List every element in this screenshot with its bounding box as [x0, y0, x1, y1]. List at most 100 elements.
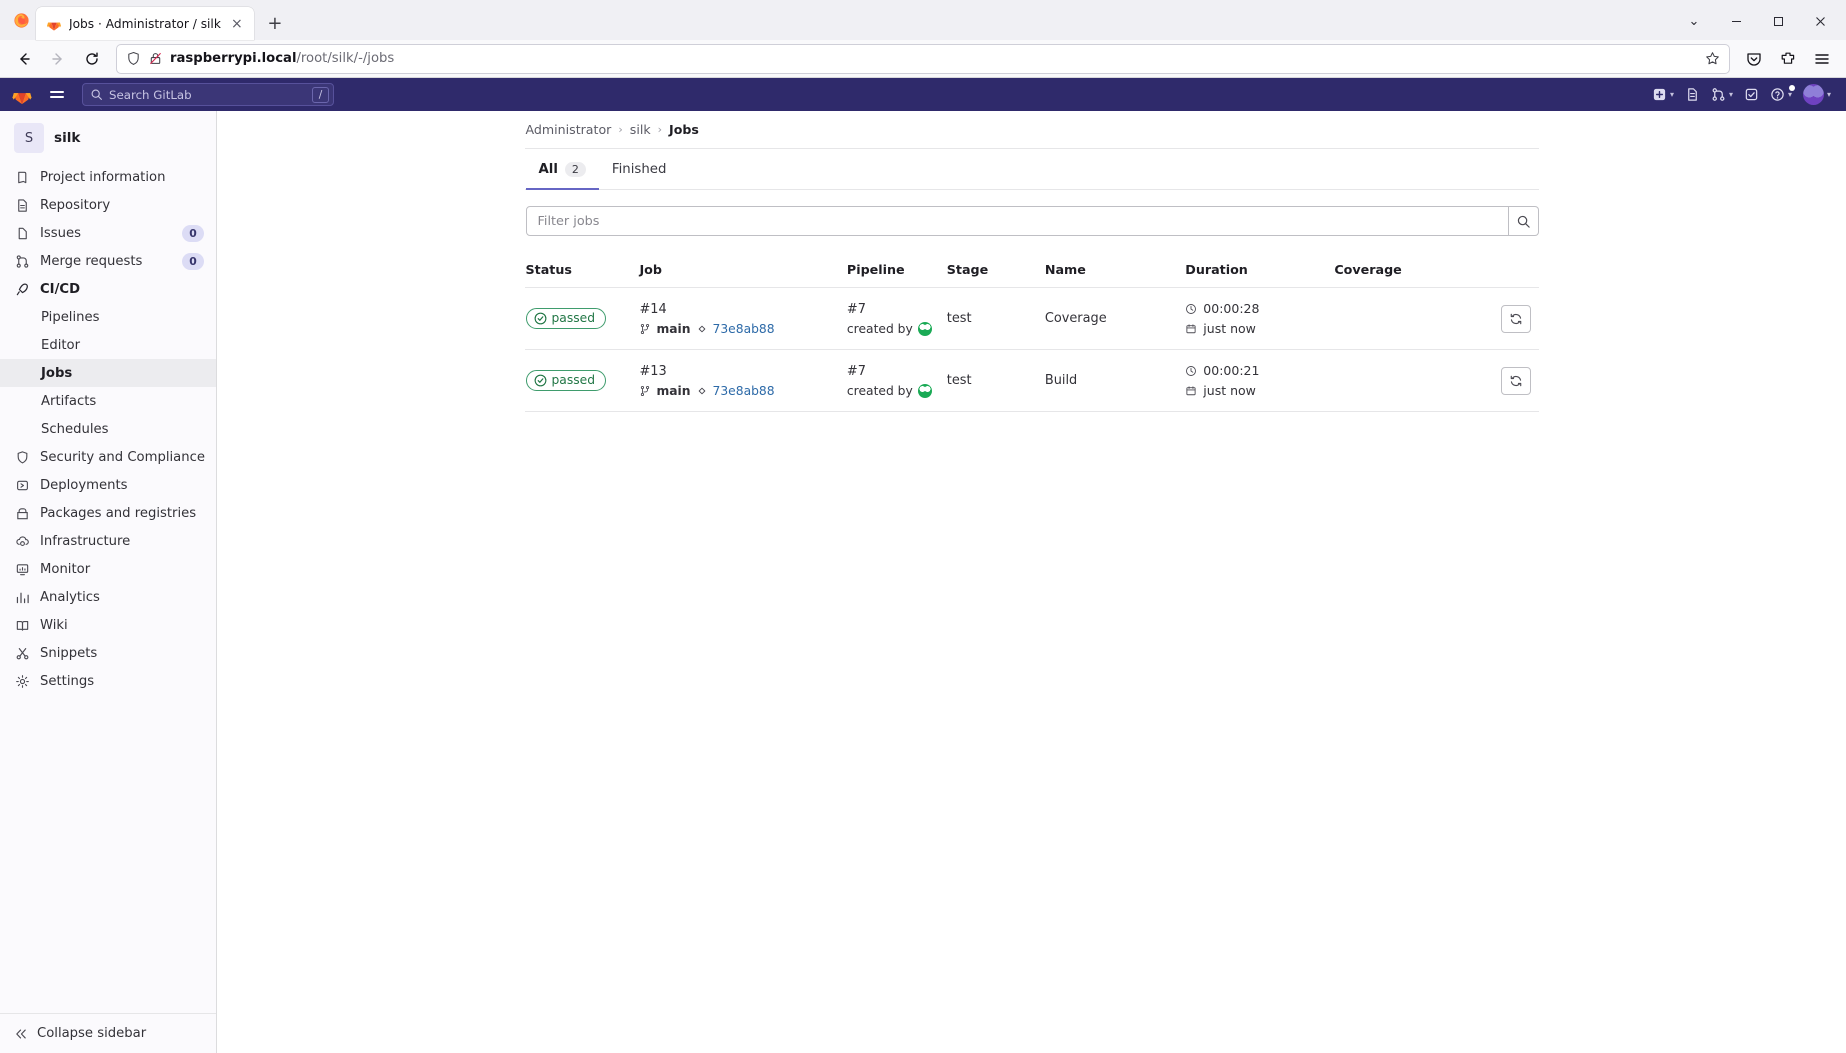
pocket-icon[interactable]	[1738, 44, 1770, 74]
breadcrumb-item-administrator[interactable]: Administrator	[526, 122, 612, 137]
sidebar-item-label: Editor	[41, 337, 81, 353]
sidebar-item-label: Monitor	[40, 561, 91, 577]
breadcrumb-item-jobs: Jobs	[669, 122, 699, 137]
tab-label: All	[538, 162, 558, 177]
maximize-button[interactable]	[1758, 6, 1798, 36]
job-id-link[interactable]: #13	[639, 364, 837, 379]
sidebar-item-ci-cd[interactable]: CI/CD	[0, 275, 216, 303]
avatar[interactable]	[917, 383, 932, 398]
pipeline-id-link[interactable]: #7	[847, 302, 938, 317]
status-badge[interactable]: passed	[525, 370, 607, 391]
reload-button[interactable]	[76, 44, 108, 74]
rocket-icon	[14, 281, 30, 297]
list-all-tabs-button[interactable]: ⌄	[1674, 6, 1714, 36]
shield-icon	[14, 449, 30, 465]
avatar	[1802, 84, 1824, 105]
duration-value: 00:00:21	[1203, 363, 1260, 378]
close-window-button[interactable]	[1800, 6, 1840, 36]
branch-name[interactable]: main	[656, 384, 690, 398]
sidebar-item-deployments[interactable]: Deployments	[0, 471, 216, 499]
collapse-sidebar-button[interactable]: Collapse sidebar	[0, 1013, 216, 1053]
tab-all[interactable]: All 2	[525, 149, 599, 190]
extensions-icon[interactable]	[1772, 44, 1804, 74]
sidebar-item-badge: 0	[182, 252, 204, 270]
duration-row: 00:00:28	[1185, 301, 1325, 316]
merge-icon	[14, 253, 30, 269]
pipeline-id-link[interactable]: #7	[847, 364, 938, 379]
sidebar-item-badge: 0	[182, 224, 204, 242]
browser-tab[interactable]: Jobs · Administrator / silk ×	[36, 7, 254, 40]
lock-crossed-icon[interactable]	[148, 51, 163, 66]
table-header-row: Status Job Pipeline Stage Name Duration Covera…	[524, 254, 1539, 288]
sidebar-item-settings[interactable]: Settings	[0, 667, 216, 695]
table-row[interactable]: passed #14 main 73e8ab88 #7 created by test Cov…	[524, 287, 1539, 350]
job-id-link[interactable]: #14	[639, 302, 837, 317]
url-text: raspberrypi.local/root/silk/-/jobs	[170, 51, 1698, 66]
sidebar-item-artifacts[interactable]: Artifacts	[0, 387, 216, 415]
tab-close-icon[interactable]: ×	[228, 15, 246, 33]
sidebar-item-monitor[interactable]: Monitor	[0, 555, 216, 583]
sidebar-item-schedules[interactable]: Schedules	[0, 415, 216, 443]
url-bar[interactable]: raspberrypi.local/root/silk/-/jobs	[116, 43, 1730, 74]
sidebar-item-merge-requests[interactable]: Merge requests 0	[0, 247, 216, 275]
avatar[interactable]	[917, 321, 932, 336]
browser-menu-icon[interactable]	[1806, 44, 1838, 74]
commit-sha-link[interactable]: 73e8ab88	[713, 322, 775, 336]
finished-value: just now	[1203, 383, 1256, 398]
help-menu[interactable]: ▾	[1765, 82, 1797, 108]
sidebar-item-security-and-compliance[interactable]: Security and Compliance	[0, 443, 216, 471]
new-tab-button[interactable]: +	[260, 8, 290, 38]
forward-button[interactable]	[42, 44, 74, 74]
url-path: /root/silk/-/jobs	[296, 51, 395, 66]
status-badge[interactable]: passed	[525, 308, 607, 329]
gitlab-logo-icon[interactable]	[8, 84, 36, 106]
sidebar-item-label: Security and Compliance	[40, 449, 205, 465]
retry-button[interactable]	[1500, 366, 1531, 395]
sidebar-item-snippets[interactable]: Snippets	[0, 639, 216, 667]
tab-count-badge: 2	[564, 162, 586, 177]
sidebar-item-wiki[interactable]: Wiki	[0, 611, 216, 639]
filter-search-button[interactable]	[1508, 206, 1539, 236]
sidebar-item-editor[interactable]: Editor	[0, 331, 216, 359]
pipeline-author-row: created by	[847, 321, 938, 336]
sidebar-item-jobs[interactable]: Jobs	[0, 359, 216, 387]
sidebar-item-repository[interactable]: Repository	[0, 191, 216, 219]
search-input[interactable]: Search GitLab /	[82, 83, 334, 106]
merge-requests-menu[interactable]: ▾	[1706, 82, 1738, 108]
sidebar-project-header[interactable]: S silk	[0, 117, 216, 163]
sidebar-item-label: CI/CD	[40, 281, 81, 297]
todos-link[interactable]	[1739, 82, 1764, 108]
table-row[interactable]: passed #13 main 73e8ab88 #7 created by test Bui…	[524, 349, 1539, 412]
retry-icon	[1509, 374, 1523, 388]
job-ref-row: main 73e8ab88	[639, 322, 837, 336]
sidebar-item-project-information[interactable]: Project information	[0, 163, 216, 191]
sidebar-item-analytics[interactable]: Analytics	[0, 583, 216, 611]
sidebar-item-infrastructure[interactable]: Infrastructure	[0, 527, 216, 555]
sidebar-item-label: Schedules	[41, 421, 109, 437]
cell-duration: 00:00:21 just now	[1184, 349, 1334, 412]
issues-link[interactable]	[1680, 82, 1705, 108]
create-new-menu[interactable]: ▾	[1647, 82, 1679, 108]
sidebar-item-issues[interactable]: Issues 0	[0, 219, 216, 247]
project-name: silk	[54, 130, 81, 146]
branch-name[interactable]: main	[656, 322, 690, 336]
sidebar-item-pipelines[interactable]: Pipelines	[0, 303, 216, 331]
cell-status: passed	[524, 287, 639, 350]
sidebar-item-packages-and-registries[interactable]: Packages and registries	[0, 499, 216, 527]
user-menu[interactable]: ▾	[1798, 82, 1836, 108]
finished-row: just now	[1185, 321, 1325, 336]
breadcrumb-item-silk[interactable]: silk	[630, 122, 651, 137]
chart-icon	[14, 589, 30, 605]
shield-icon[interactable]	[126, 51, 141, 66]
column-header-stage: Stage	[945, 254, 1044, 288]
commit-sha-link[interactable]: 73e8ab88	[713, 384, 775, 398]
bookmark-star-icon[interactable]	[1705, 51, 1720, 66]
retry-button[interactable]	[1500, 304, 1531, 333]
back-button[interactable]	[8, 44, 40, 74]
hamburger-menu-icon[interactable]	[44, 83, 70, 107]
tab-finished[interactable]: Finished	[599, 149, 679, 190]
topbar-actions: ▾ ▾ ▾ ▾	[1647, 82, 1836, 108]
minimize-button[interactable]	[1716, 6, 1756, 36]
deploy-icon	[14, 477, 30, 493]
filter-jobs-input[interactable]: Filter jobs	[525, 206, 1509, 236]
